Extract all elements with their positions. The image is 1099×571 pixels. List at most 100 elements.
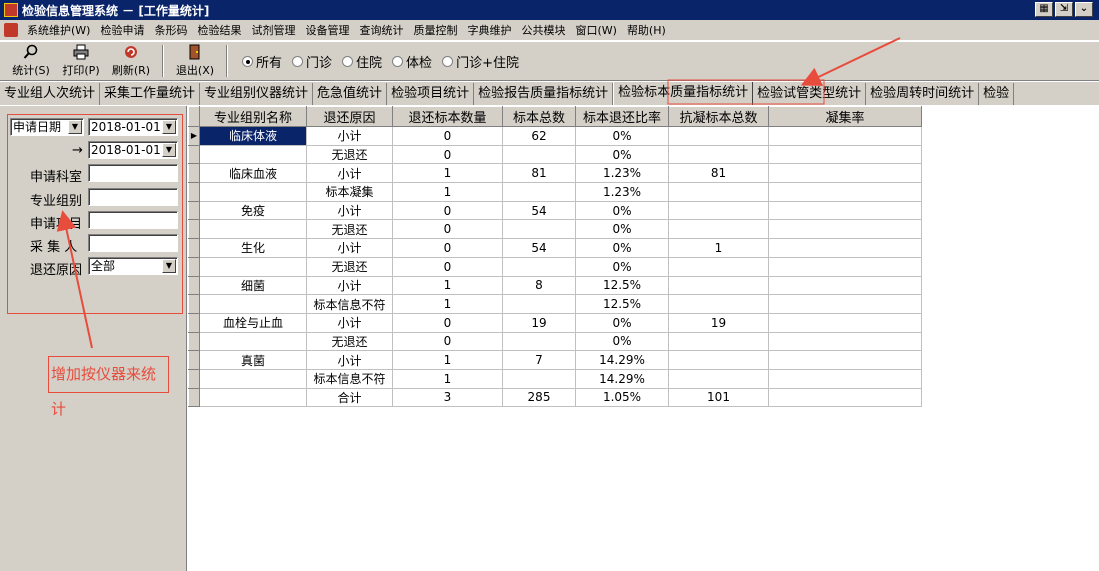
table-cell[interactable] bbox=[768, 126, 922, 146]
patient-type-radio[interactable]: 体检 bbox=[392, 52, 432, 71]
patient-type-radio[interactable]: 住院 bbox=[342, 52, 382, 71]
table-cell[interactable] bbox=[668, 257, 769, 277]
table-cell[interactable]: 无退还 bbox=[306, 332, 393, 352]
table-cell[interactable]: 0 bbox=[392, 219, 503, 240]
table-cell[interactable]: 0% bbox=[575, 238, 669, 258]
collector-input[interactable] bbox=[88, 234, 178, 252]
table-cell[interactable]: 0% bbox=[575, 257, 669, 277]
table-cell[interactable]: 3 bbox=[392, 388, 503, 408]
table-cell[interactable]: 生化 bbox=[199, 238, 307, 258]
tab[interactable]: 检验报告质量指标统计 bbox=[474, 83, 614, 105]
table-cell[interactable] bbox=[502, 294, 576, 314]
exit-button[interactable]: 退出(X) bbox=[170, 43, 220, 79]
dept-input[interactable] bbox=[88, 164, 178, 182]
menu-item[interactable]: 帮助(H) bbox=[622, 22, 671, 38]
table-cell[interactable]: 12.5% bbox=[575, 276, 669, 296]
table-cell[interactable] bbox=[502, 257, 576, 277]
table-cell[interactable]: 临床体液 bbox=[199, 126, 307, 146]
table-cell[interactable] bbox=[668, 182, 769, 202]
table-cell[interactable]: 小计 bbox=[306, 201, 393, 221]
dropdown-arrow-icon[interactable]: ▼ bbox=[162, 120, 176, 134]
menu-item[interactable]: 公共模块 bbox=[516, 22, 570, 38]
table-cell[interactable] bbox=[768, 350, 922, 370]
tab[interactable]: 检验试管类型统计 bbox=[753, 83, 867, 105]
row-indicator[interactable] bbox=[188, 219, 200, 240]
table-cell[interactable]: 0 bbox=[392, 145, 503, 165]
mdi-child-icon[interactable] bbox=[4, 23, 18, 37]
table-cell[interactable] bbox=[768, 163, 922, 184]
table-cell[interactable] bbox=[668, 219, 769, 240]
menu-item[interactable]: 字典维护 bbox=[462, 22, 516, 38]
table-cell[interactable]: 101 bbox=[668, 388, 769, 408]
table-cell[interactable] bbox=[668, 145, 769, 165]
patient-type-radio[interactable]: 门诊 bbox=[292, 52, 332, 71]
reason-select[interactable]: 全部 ▼ bbox=[88, 257, 178, 275]
table-row[interactable]: 临床血液 小计 1 81 1.23% 81 bbox=[188, 163, 922, 184]
table-cell[interactable]: 小计 bbox=[306, 313, 393, 333]
table-cell[interactable]: 62 bbox=[502, 126, 576, 146]
row-indicator[interactable] bbox=[188, 312, 200, 333]
table-cell[interactable] bbox=[768, 388, 922, 408]
table-cell[interactable]: 0 bbox=[392, 257, 503, 277]
menu-item[interactable]: 质量控制 bbox=[408, 22, 462, 38]
table-cell[interactable] bbox=[768, 313, 922, 333]
column-header[interactable]: 退还原因 bbox=[306, 106, 393, 127]
table-cell[interactable] bbox=[768, 145, 922, 165]
menu-item[interactable]: 窗口(W) bbox=[570, 22, 621, 38]
table-row[interactable]: 无退还 0 0% bbox=[188, 144, 922, 165]
table-cell[interactable] bbox=[668, 276, 769, 296]
table-row[interactable]: 合计 3 285 1.05% 101 bbox=[188, 387, 922, 408]
table-row[interactable]: 标本凝集 1 1.23% bbox=[188, 182, 922, 202]
table-row[interactable]: ▶ 临床体液 小计 0 62 0% bbox=[188, 126, 922, 146]
row-indicator[interactable] bbox=[188, 331, 200, 352]
table-cell[interactable] bbox=[668, 126, 769, 146]
table-cell[interactable]: 14.29% bbox=[575, 350, 669, 370]
menu-item[interactable]: 设备管理 bbox=[300, 22, 354, 38]
table-row[interactable]: 无退还 0 0% bbox=[188, 331, 922, 352]
table-cell[interactable] bbox=[668, 294, 769, 314]
table-cell[interactable]: 无退还 bbox=[306, 257, 393, 277]
table-cell[interactable] bbox=[768, 257, 922, 277]
table-cell[interactable]: 1.23% bbox=[575, 182, 669, 202]
table-cell[interactable] bbox=[768, 238, 922, 258]
table-cell[interactable]: 0% bbox=[575, 145, 669, 165]
date-from-picker[interactable]: 2018-01-01 ▼ bbox=[88, 118, 178, 136]
table-cell[interactable]: 血栓与止血 bbox=[199, 313, 307, 333]
patient-type-radio[interactable]: 所有 bbox=[242, 52, 282, 71]
patient-type-radio[interactable]: 门诊+住院 bbox=[442, 52, 519, 71]
table-cell[interactable]: 0 bbox=[392, 332, 503, 352]
row-indicator[interactable]: ▶ bbox=[188, 126, 200, 146]
tab[interactable]: 检验项目统计 bbox=[387, 83, 475, 105]
table-row[interactable]: 真菌 小计 1 7 14.29% bbox=[188, 350, 922, 370]
menu-item[interactable]: 查询统计 bbox=[354, 22, 408, 38]
table-cell[interactable]: 14.29% bbox=[575, 369, 669, 389]
table-row[interactable]: 无退还 0 0% bbox=[188, 219, 922, 240]
dropdown-arrow-icon[interactable]: ▼ bbox=[68, 120, 82, 134]
column-header[interactable]: 退还标本数量 bbox=[392, 106, 503, 127]
row-indicator[interactable] bbox=[188, 144, 200, 165]
table-row[interactable]: 无退还 0 0% bbox=[188, 256, 922, 277]
table-cell[interactable] bbox=[199, 182, 307, 202]
table-cell[interactable] bbox=[668, 350, 769, 370]
table-row[interactable]: 血栓与止血 小计 0 19 0% 19 bbox=[188, 312, 922, 333]
menu-item[interactable]: 系统维护(W) bbox=[22, 22, 95, 38]
item-input[interactable] bbox=[88, 211, 178, 229]
table-cell[interactable] bbox=[199, 257, 307, 277]
column-header[interactable]: 标本总数 bbox=[502, 106, 576, 127]
tab[interactable]: 采集工作量统计 bbox=[100, 83, 201, 105]
table-cell[interactable]: 无退还 bbox=[306, 145, 393, 165]
table-cell[interactable]: 1.23% bbox=[575, 163, 669, 184]
column-header[interactable]: 凝集率 bbox=[768, 106, 922, 127]
menu-item[interactable]: 条形码 bbox=[149, 22, 192, 38]
table-cell[interactable] bbox=[502, 219, 576, 240]
row-indicator[interactable] bbox=[188, 182, 200, 202]
table-row[interactable]: 标本信息不符 1 12.5% bbox=[188, 294, 922, 314]
table-cell[interactable]: 临床血液 bbox=[199, 163, 307, 184]
table-cell[interactable]: 285 bbox=[502, 388, 576, 408]
date-to-picker[interactable]: 2018-01-01 ▼ bbox=[88, 141, 178, 159]
table-row[interactable]: 细菌 小计 1 8 12.5% bbox=[188, 275, 922, 296]
table-cell[interactable]: 0% bbox=[575, 126, 669, 146]
column-header[interactable]: 标本退还比率 bbox=[575, 106, 669, 127]
dropdown-arrow-icon[interactable]: ▼ bbox=[162, 259, 176, 273]
table-cell[interactable]: 1 bbox=[392, 182, 503, 202]
